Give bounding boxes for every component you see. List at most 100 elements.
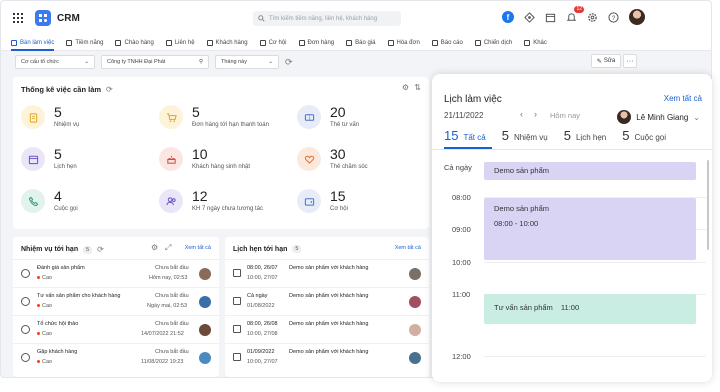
tab-appointments[interactable]: 5 Lịch hẹn xyxy=(564,128,606,143)
hour-gridline xyxy=(484,356,706,357)
contacts-icon xyxy=(165,39,172,46)
tab-divider xyxy=(432,149,712,150)
refresh-icon[interactable]: ⟳ xyxy=(285,57,293,68)
task-row[interactable]: Tổ chức hội thảo Cao Chưa bắt đầu 14/07/… xyxy=(13,315,219,343)
avatar xyxy=(199,268,211,280)
org-select[interactable]: Cơ cấu tổ chức ⌄ xyxy=(15,55,95,69)
search-icon xyxy=(258,15,265,22)
stats-title: Thống kê việc cần làm xyxy=(21,85,102,94)
gear-icon[interactable] xyxy=(585,10,599,24)
task-checkbox[interactable] xyxy=(21,353,30,362)
chevron-left-icon[interactable]: ‹ xyxy=(520,109,523,119)
settings-icon[interactable]: ⚙ xyxy=(402,83,409,92)
stat-opportunities[interactable]: 15 Cơ hội xyxy=(297,189,348,213)
edit-button[interactable]: ✎ Sửa xyxy=(591,54,621,68)
notification-count: 12 xyxy=(574,6,584,13)
search-input[interactable]: Tìm kiếm tiềm năng, liên hệ, khách hàng xyxy=(253,11,401,26)
phone-icon xyxy=(21,189,45,213)
app-name: CRM xyxy=(57,12,80,24)
opportunity-icon xyxy=(259,39,266,46)
nav-item-offers[interactable]: Chào hàng xyxy=(115,35,154,51)
tab-all[interactable]: 15 Tất cả xyxy=(444,128,486,143)
nav-item-more[interactable]: Khác xyxy=(524,35,547,51)
today-button[interactable]: Hôm nay xyxy=(550,111,580,120)
chevron-right-icon[interactable]: › xyxy=(534,109,537,119)
calendar-title: Lịch làm việc xyxy=(444,94,502,105)
offers-icon xyxy=(115,39,122,46)
cake-icon xyxy=(159,147,183,171)
tasks-see-all-link[interactable]: Xem tất cả xyxy=(185,245,211,251)
calendar-user-select[interactable]: Lê Minh Giang ⌄ xyxy=(617,110,700,124)
integrations-icon[interactable] xyxy=(522,10,536,24)
stat-care-cards[interactable]: 30 Thẻ chăm sóc xyxy=(297,147,368,171)
calendar-event[interactable]: Demo sản phẩm xyxy=(484,162,696,180)
stat-inactive-customers[interactable]: 12 KH 7 ngày chưa tương tác xyxy=(159,189,263,213)
calendar-event[interactable]: Demo sản phẩm 08:00 - 10:00 xyxy=(484,198,696,260)
period-select[interactable]: Tháng này ⌄ xyxy=(215,55,279,69)
app-grid-icon[interactable] xyxy=(13,13,23,23)
avatar xyxy=(409,352,421,364)
calendar-scrollbar[interactable] xyxy=(707,160,709,250)
task-row[interactable]: Tư vấn sản phẩm cho khách hàng Cao Chưa … xyxy=(13,287,219,315)
calendar-icon xyxy=(233,269,241,277)
settings-icon[interactable]: ⚙ xyxy=(151,243,158,252)
user-avatar[interactable] xyxy=(629,9,645,25)
help-icon[interactable]: ? xyxy=(606,10,620,24)
stat-birthdays[interactable]: 10 Khách hàng sinh nhật xyxy=(159,147,250,171)
due-appointments-card: Lịch hẹn tới hạn 5 Xem tất cả 08:00, 26/0… xyxy=(225,237,429,377)
top-bar: CRM Tìm kiếm tiềm năng, liên hệ, khách h… xyxy=(1,1,711,35)
nav-item-contacts[interactable]: Liên hệ xyxy=(165,35,195,51)
orders-icon xyxy=(298,39,305,46)
avatar xyxy=(199,324,211,336)
pencil-icon: ✎ xyxy=(596,58,602,65)
stat-orders-due[interactable]: 5 Đơn hàng tới hạn thanh toán xyxy=(159,105,269,129)
stat-tasks[interactable]: 5 Nhiệm vụ xyxy=(21,105,79,129)
nav-item-opportunities[interactable]: Cơ hội xyxy=(259,35,287,51)
tab-tasks[interactable]: 5 Nhiệm vụ xyxy=(502,128,548,143)
appointment-row[interactable]: 08:00, 26/07 10:00, 27/07 Demo sản phẩm … xyxy=(225,259,429,287)
hour-label: 10:00 xyxy=(452,258,471,267)
heart-icon xyxy=(297,147,321,171)
tab-calls[interactable]: 5 Cuộc gọi xyxy=(622,128,666,143)
appointment-row[interactable]: Cả ngày 01/08/2022 Demo sản phẩm với khá… xyxy=(225,287,429,315)
more-button[interactable]: ··· xyxy=(623,54,637,68)
nav-item-campaigns[interactable]: Chiến dịch xyxy=(474,35,512,51)
nav-item-quotes[interactable]: Báo giá xyxy=(346,35,376,51)
main-nav: Bàn làm việc Tiềm năng Chào hàng Liên hệ… xyxy=(1,35,711,51)
nav-item-invoices[interactable]: Hóa đơn xyxy=(387,35,420,51)
filter-icon[interactable]: ⇅ xyxy=(414,83,421,92)
calendar-event[interactable]: Tư vấn sản phẩm 11:00 xyxy=(484,294,696,324)
facebook-icon[interactable]: f xyxy=(501,10,515,24)
hour-label: 09:00 xyxy=(452,225,471,234)
bell-icon[interactable]: 12 xyxy=(564,6,584,24)
hour-label: 11:00 xyxy=(452,290,471,299)
expand-icon[interactable]: ⤢ xyxy=(165,243,171,253)
task-row[interactable]: Gặp khách hàng Cao Chưa bắt đầu 11/08/20… xyxy=(13,343,219,371)
avatar xyxy=(617,110,632,124)
task-checkbox[interactable] xyxy=(21,269,30,278)
users-icon xyxy=(159,189,183,213)
nav-item-orders[interactable]: Đơn hàng xyxy=(298,35,334,51)
appointment-row[interactable]: 08:00, 26/08 10:00, 27/08 Demo sản phẩm … xyxy=(225,315,429,343)
refresh-icon[interactable]: ⟳ xyxy=(106,85,113,94)
nav-item-workspace[interactable]: Bàn làm việc xyxy=(11,35,55,51)
wallet-icon xyxy=(297,189,321,213)
nav-item-leads[interactable]: Tiềm năng xyxy=(66,35,103,51)
hour-gridline xyxy=(484,262,706,263)
nav-item-customers[interactable]: Khách hàng xyxy=(206,35,248,51)
appointments-title: Lịch hẹn tới hạn xyxy=(233,245,288,253)
calendar-top-icon[interactable] xyxy=(543,10,557,24)
calendar-see-all-link[interactable]: Xem tất cả xyxy=(664,94,702,103)
stat-consult-cards[interactable]: 20 Thẻ tư vấn xyxy=(297,105,359,129)
task-checkbox[interactable] xyxy=(21,297,30,306)
appointments-see-all-link[interactable]: Xem tất cả xyxy=(395,245,421,251)
refresh-icon[interactable]: ⟳ xyxy=(97,245,104,254)
stat-appointments[interactable]: 5 Lịch hẹn xyxy=(21,147,77,171)
task-row[interactable]: Đánh giá sản phẩm Cao Chưa bắt đầu Hôm n… xyxy=(13,259,219,287)
task-checkbox[interactable] xyxy=(21,325,30,334)
appointment-row[interactable]: 01/09/2022 10:00, 27/07 Demo sản phẩm vớ… xyxy=(225,343,429,371)
company-select[interactable]: Công ty TNHH Đại Phát ⚲ xyxy=(101,55,209,69)
stat-calls[interactable]: 4 Cuộc gọi xyxy=(21,189,78,213)
nav-item-reports[interactable]: Báo cáo xyxy=(431,35,463,51)
calendar-date[interactable]: 21/11/2022 xyxy=(444,111,483,120)
